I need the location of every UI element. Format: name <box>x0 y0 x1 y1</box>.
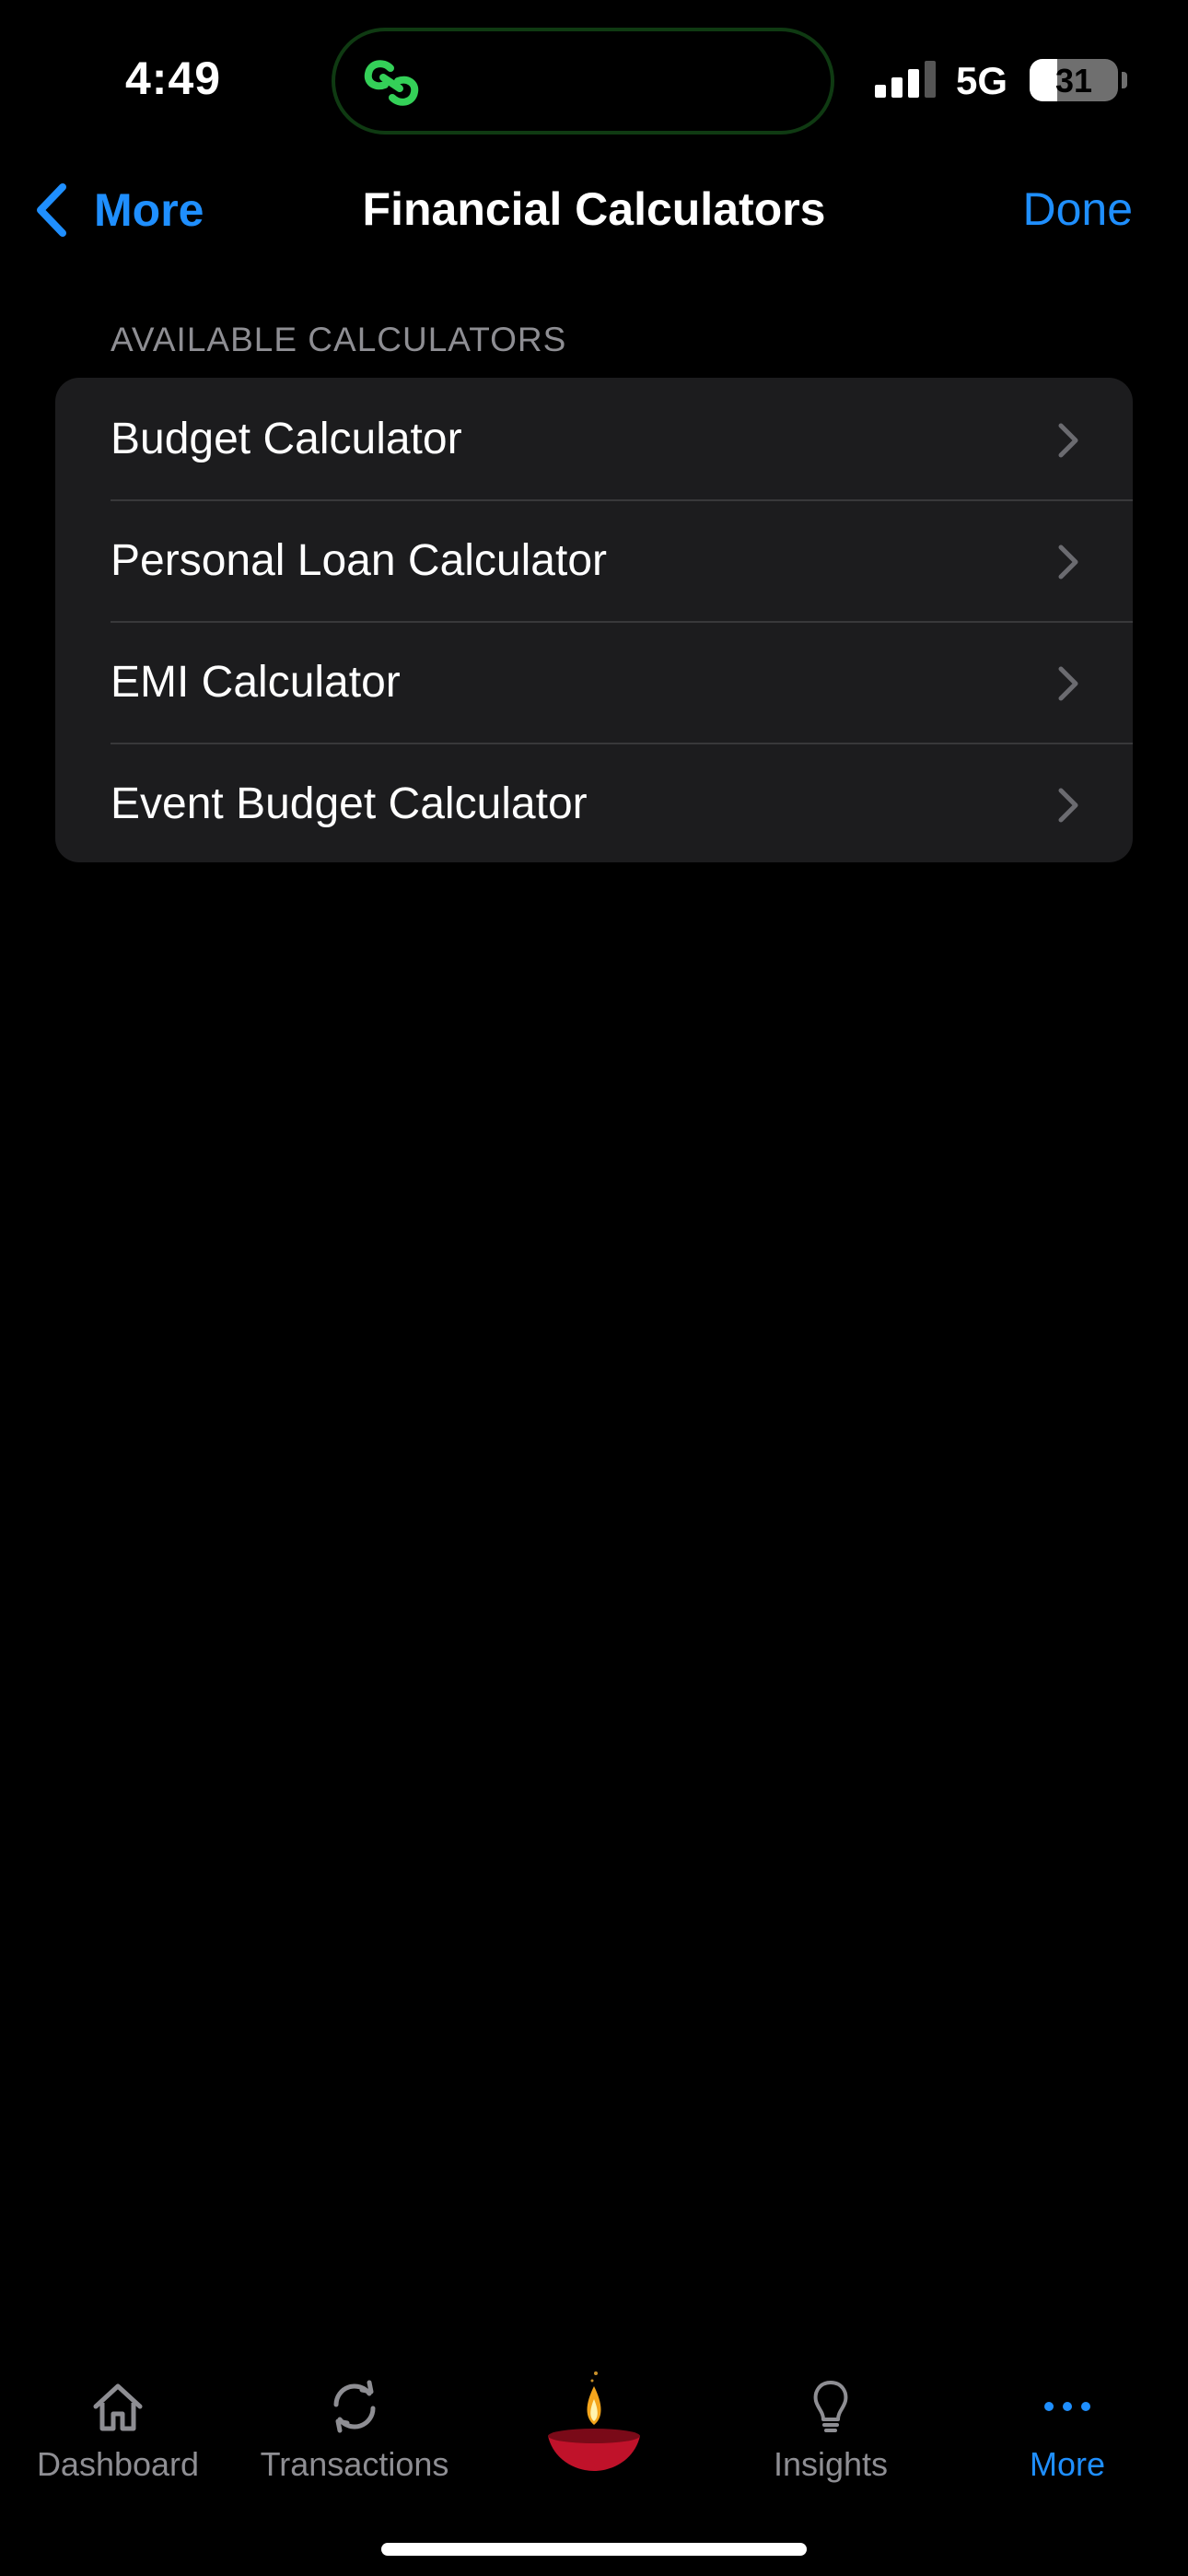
ellipsis-icon <box>1044 2402 1090 2411</box>
tab-label: Dashboard <box>36 2445 200 2483</box>
chevron-right-icon <box>1058 544 1078 580</box>
chevron-right-icon <box>1058 666 1078 701</box>
tab-label: More <box>1029 2445 1106 2483</box>
tab-insights[interactable]: Insights <box>729 2377 932 2484</box>
list-item-budget-calculator[interactable]: Budget Calculator <box>55 378 1133 499</box>
list-item-personal-loan-calculator[interactable]: Personal Loan Calculator <box>55 499 1133 621</box>
battery-cap <box>1122 72 1127 88</box>
list-item-event-budget-calculator[interactable]: Event Budget Calculator <box>55 743 1133 862</box>
list-item-emi-calculator[interactable]: EMI Calculator <box>55 621 1133 743</box>
battery-percent: 31 <box>1054 62 1093 100</box>
battery-icon: 31 <box>1030 59 1118 101</box>
network-type: 5G <box>956 59 1008 102</box>
done-button[interactable]: Done <box>1022 182 1133 236</box>
status-time: 4:49 <box>125 53 222 104</box>
sync-arrows-icon <box>333 2380 376 2433</box>
tab-bar: Dashboard Transactions Insights More <box>0 2340 1188 2576</box>
tab-label: Insights <box>773 2445 889 2483</box>
chevron-right-icon <box>1058 788 1078 823</box>
link-chain-icon <box>364 60 419 106</box>
list-item-label: Personal Loan Calculator <box>111 535 607 585</box>
tab-more[interactable]: More <box>966 2377 1169 2484</box>
list-item-label: EMI Calculator <box>111 657 401 707</box>
lightbulb-icon <box>813 2381 848 2432</box>
signal-strength-icon <box>875 61 936 98</box>
tab-transactions[interactable]: Transactions <box>253 2377 456 2484</box>
tab-diya-festive[interactable] <box>539 2368 649 2475</box>
tab-dashboard[interactable]: Dashboard <box>17 2377 219 2484</box>
calculator-list: Budget Calculator Personal Loan Calculat… <box>55 378 1133 862</box>
diya-lamp-icon <box>548 2371 640 2471</box>
page-title: Financial Calculators <box>362 183 826 235</box>
section-header: AVAILABLE CALCULATORS <box>111 321 567 358</box>
list-item-label: Event Budget Calculator <box>111 779 588 828</box>
dynamic-island[interactable] <box>332 28 834 135</box>
list-item-label: Budget Calculator <box>111 414 462 463</box>
tab-label: Transactions <box>260 2445 449 2483</box>
home-indicator[interactable] <box>381 2543 807 2556</box>
house-icon <box>93 2383 143 2431</box>
chevron-right-icon <box>1058 423 1078 458</box>
